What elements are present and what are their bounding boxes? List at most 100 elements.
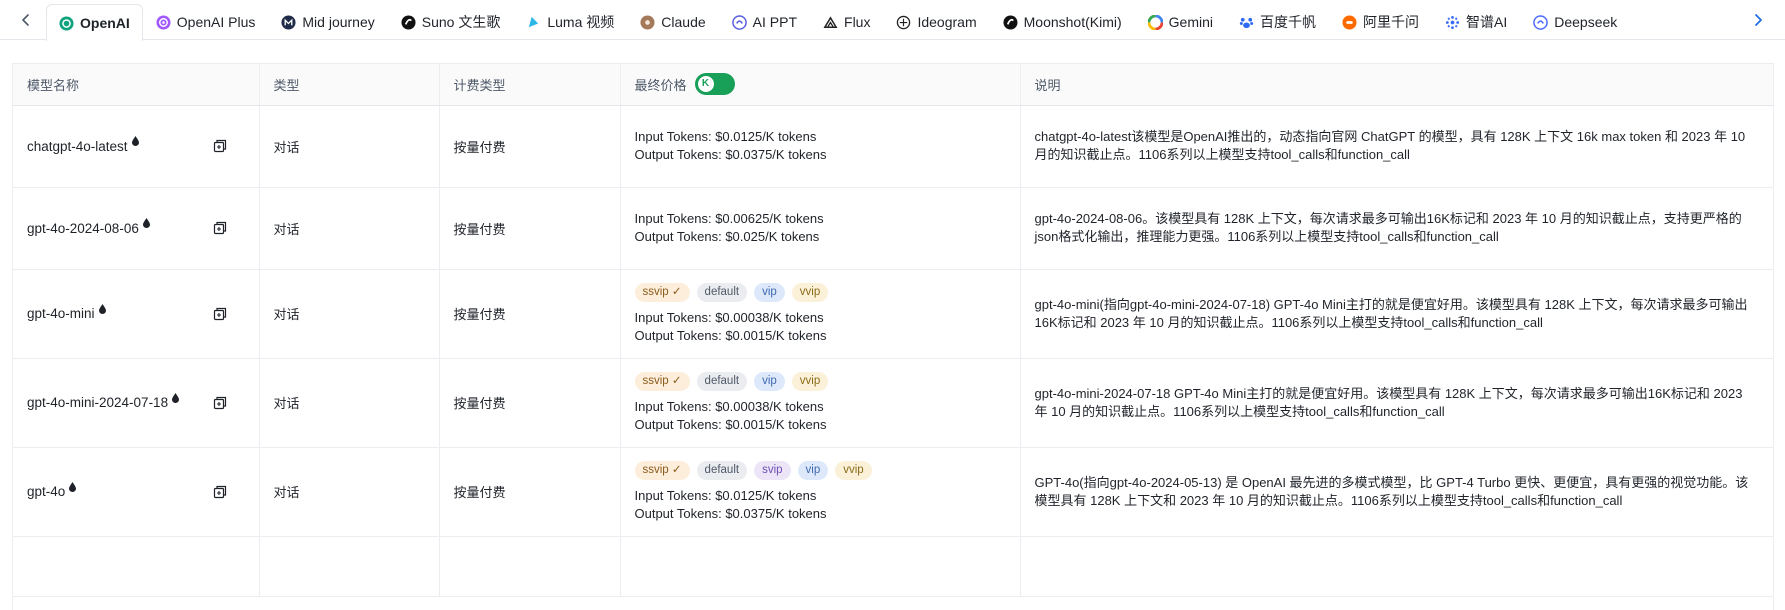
model-name: gpt-4o xyxy=(27,484,66,499)
tab-midjourney[interactable]: Mid journey xyxy=(268,3,387,40)
baidu-icon xyxy=(1239,15,1254,30)
claude-icon xyxy=(640,14,655,30)
tab-openai-plus[interactable]: OpenAI Plus xyxy=(143,3,269,40)
provider-tabs: OpenAI OpenAI Plus Mid journey Suno 文生歌 Luma… xyxy=(46,3,1630,41)
model-name: gpt-4o-mini xyxy=(27,306,95,321)
model-name: gpt-4o-2024-08-06 xyxy=(27,220,139,236)
tab-label: 百度千帆 xyxy=(1260,14,1317,30)
tab-suno[interactable]: Suno 文生歌 xyxy=(388,3,514,40)
model-description: gpt-4o-mini-2024-07-18 GPT-4o Mini主打的就是便… xyxy=(1034,385,1743,419)
column-header-type[interactable]: 类型 xyxy=(259,64,440,106)
tab-claude[interactable]: Claude xyxy=(627,3,718,40)
input-price: Input Tokens: $0.00038/K tokens xyxy=(634,309,824,325)
droplet-icon xyxy=(172,392,180,408)
cell-description: GPT-4o(指向gpt-4o-2024-05-13) 是 OpenAI 最先进… xyxy=(1020,447,1773,537)
provider-tab-bar: OpenAI OpenAI Plus Mid journey Suno 文生歌 Luma… xyxy=(0,0,1785,41)
output-price: Output Tokens: $0.025/K tokens xyxy=(634,229,820,244)
cell-type: 对话 xyxy=(259,269,440,359)
tier-tag-vip: vip xyxy=(754,371,785,391)
midjourney-icon xyxy=(281,14,296,30)
tier-tags: ssvip ✓ default vip vvip xyxy=(634,282,1006,302)
tier-tag-ssvip: ssvip ✓ xyxy=(634,371,690,391)
cell-model-name: gpt-4o-2024-08-06 xyxy=(13,187,260,270)
tier-tag-default: default xyxy=(696,282,748,302)
moonshot-icon xyxy=(1003,14,1018,30)
tab-ideogram[interactable]: Ideogram xyxy=(883,3,989,40)
openai-plus-icon xyxy=(156,14,171,30)
cell-description: gpt-4o-2024-08-06。该模型具有 128K 上下文，每次请求最多可… xyxy=(1020,187,1773,270)
model-description: chatgpt-4o-latest该模型是OpenAI推出的，动态指向官网 Ch… xyxy=(1034,129,1746,162)
droplet-icon xyxy=(131,136,139,151)
tab-luma[interactable]: Luma 视频 xyxy=(513,3,627,40)
tab-baidu[interactable]: 百度千帆 xyxy=(1226,3,1329,40)
tab-moonshot[interactable]: Moonshot(Kimi) xyxy=(990,3,1135,40)
cell-billing: 按量付费 xyxy=(439,105,621,188)
tab-label: Mid journey xyxy=(302,14,375,30)
model-name: gpt-4o-mini-2024-07-18 xyxy=(27,395,169,410)
column-header-billing[interactable]: 计费类型 xyxy=(439,64,621,106)
tier-tag-vvip: vvip xyxy=(835,460,872,480)
gemini-icon xyxy=(1147,14,1163,30)
tab-ali[interactable]: 阿里千问 xyxy=(1329,3,1432,40)
tab-gemini[interactable]: Gemini xyxy=(1135,3,1226,40)
copy-icon[interactable] xyxy=(213,307,227,321)
tab-deepseek[interactable]: Deepseek xyxy=(1520,3,1630,40)
cell-description: chatgpt-4o-latest该模型是OpenAI推出的，动态指向官网 Ch… xyxy=(1020,105,1773,188)
tabs-scroll-left-button[interactable] xyxy=(10,0,42,40)
cell-description: gpt-4o-mini(指向gpt-4o-mini-2024-07-18) GP… xyxy=(1020,269,1773,359)
tab-label: 智谱AI xyxy=(1466,14,1508,30)
model-name: chatgpt-4o-latest xyxy=(27,138,128,154)
cell-price: ssvip ✓ default svip vip vvip Input Tokens: $… xyxy=(620,447,1021,537)
droplet-icon xyxy=(98,303,106,319)
tab-label: Suno 文生歌 xyxy=(421,14,501,30)
output-price: Output Tokens: $0.0375/K tokens xyxy=(634,147,827,162)
tab-zhipu[interactable]: 智谱AI xyxy=(1432,3,1520,40)
tab-label: AI PPT xyxy=(752,14,798,30)
tier-tag-default: default xyxy=(696,371,748,391)
cell-model-name: gpt-4o-mini-2024-07-18 xyxy=(13,358,260,448)
tab-label: Moonshot(Kimi) xyxy=(1023,14,1122,30)
model-description: gpt-4o-2024-08-06。该模型具有 128K 上下文，每次请求最多可… xyxy=(1034,211,1742,244)
cell-description: gpt-4o-mini-2024-07-18 GPT-4o Mini主打的就是便… xyxy=(1020,358,1773,448)
table-row: gpt-4o-mini-2024-07-18 对话 按量付费 ssvip ✓ defau… xyxy=(13,358,1773,448)
cell-model-name: gpt-4o-mini xyxy=(13,269,260,359)
output-price: Output Tokens: $0.0015/K tokens xyxy=(634,327,827,343)
copy-icon[interactable] xyxy=(213,485,227,499)
tabs-scroll-right-button[interactable] xyxy=(1742,0,1774,40)
column-header-name[interactable]: 模型名称 xyxy=(13,64,260,106)
tier-tag-default: default xyxy=(696,460,748,480)
tab-openai[interactable]: OpenAI xyxy=(46,4,143,41)
tab-aippt[interactable]: AI PPT xyxy=(719,3,810,40)
output-price: Output Tokens: $0.0375/K tokens xyxy=(634,505,827,521)
tier-tags: ssvip ✓ default vip vvip xyxy=(634,371,1006,391)
cell-price: Input Tokens: $0.00625/K tokens Output To… xyxy=(620,187,1021,270)
copy-icon[interactable] xyxy=(213,221,227,235)
ideogram-icon xyxy=(896,15,911,30)
column-header-description[interactable]: 说明 xyxy=(1020,64,1773,106)
tier-tag-vvip: vvip xyxy=(791,371,829,391)
cell-billing: 按量付费 xyxy=(439,269,621,359)
copy-icon[interactable] xyxy=(213,396,227,410)
tab-flux[interactable]: Flux xyxy=(810,3,883,40)
tier-tag-vvip: vvip xyxy=(791,282,829,302)
cell-type: 对话 xyxy=(259,447,440,537)
copy-icon[interactable] xyxy=(213,139,227,153)
model-description: gpt-4o-mini(指向gpt-4o-mini-2024-07-18) GP… xyxy=(1034,296,1748,330)
chevron-left-icon xyxy=(22,14,29,26)
tab-label: Deepseek xyxy=(1554,14,1618,30)
input-price: Input Tokens: $0.00625/K tokens xyxy=(634,211,824,226)
cell-billing: 按量付费 xyxy=(439,187,621,270)
price-unit-toggle[interactable]: K xyxy=(694,73,735,96)
cell-price: ssvip ✓ default vip vvip Input Tokens: $0.00… xyxy=(620,358,1021,448)
ali-icon xyxy=(1342,14,1357,30)
toggle-label: K xyxy=(701,78,710,90)
chevron-right-icon xyxy=(1755,14,1762,26)
luma-icon xyxy=(526,15,541,30)
cell-billing: 按量付费 xyxy=(439,447,621,537)
tier-tag-svip: svip xyxy=(754,460,791,480)
output-price: Output Tokens: $0.0015/K tokens xyxy=(634,416,827,432)
flux-icon xyxy=(823,15,838,30)
tier-tag-vip: vip xyxy=(754,282,785,302)
cell-price: Input Tokens: $0.0125/K tokens Output Tok… xyxy=(620,105,1021,188)
suno-icon xyxy=(401,14,416,30)
